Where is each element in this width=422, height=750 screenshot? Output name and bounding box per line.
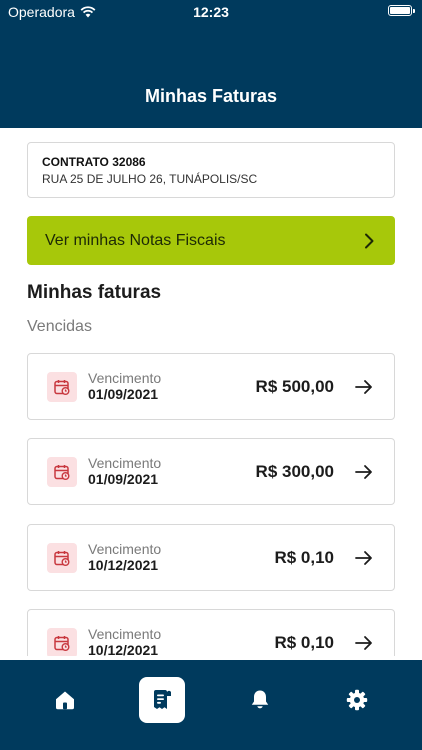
contract-card[interactable]: CONTRATO 32086 RUA 25 DE JULHO 26, TUNÁP…: [27, 142, 395, 198]
bill-due-info: Vencimento 01/09/2021: [88, 455, 256, 488]
view-tax-invoices-label: Ver minhas Notas Fiscais: [45, 231, 226, 249]
contract-address: RUA 25 DE JULHO 26, TUNÁPOLIS/SC: [42, 172, 258, 186]
gear-icon: [346, 689, 368, 711]
tab-home[interactable]: [42, 677, 88, 723]
bill-item[interactable]: Vencimento 01/09/2021 R$ 500,00: [27, 353, 395, 420]
tab-notifications[interactable]: [237, 677, 283, 723]
bill-due-info: Vencimento 10/12/2021: [88, 626, 274, 657]
bottom-tab-bar: [0, 660, 422, 750]
due-label: Vencimento: [88, 370, 162, 386]
overdue-calendar-icon: [47, 542, 77, 573]
bill-amount: R$ 500,00: [255, 376, 334, 396]
tab-invoices[interactable]: [139, 677, 185, 723]
arrow-right-icon[interactable]: [354, 548, 374, 568]
chevron-right-icon: [365, 233, 374, 248]
view-tax-invoices-button[interactable]: Ver minhas Notas Fiscais: [27, 216, 395, 265]
status-bar: Operadora 12:23: [0, 0, 422, 24]
due-date: 01/09/2021: [88, 386, 159, 402]
due-date: 01/09/2021: [88, 471, 159, 487]
overdue-calendar-icon: [47, 627, 77, 656]
due-date: 10/12/2021: [88, 642, 159, 656]
app-header: Operadora 12:23 Minhas Faturas: [0, 0, 422, 128]
contract-number: CONTRATO 32086: [42, 155, 146, 169]
bill-amount: R$ 0,10: [274, 632, 334, 652]
receipt-icon: [154, 690, 171, 709]
arrow-right-icon[interactable]: [354, 377, 374, 397]
due-label: Vencimento: [88, 626, 162, 642]
bill-amount: R$ 300,00: [255, 461, 334, 481]
overdue-calendar-icon: [47, 456, 77, 487]
overdue-calendar-icon: [47, 371, 77, 402]
overdue-subtitle: Vencidas: [27, 318, 92, 335]
bills-section-title: Minhas faturas: [27, 282, 162, 303]
bill-item[interactable]: Vencimento 10/12/2021 R$ 0,10: [27, 609, 395, 656]
bill-due-info: Vencimento 10/12/2021: [88, 541, 274, 574]
bell-icon: [251, 690, 269, 709]
status-time: 12:23: [193, 4, 229, 20]
tab-settings[interactable]: [334, 677, 380, 723]
home-icon: [56, 691, 74, 710]
page-title: Minhas Faturas: [144, 86, 278, 106]
due-label: Vencimento: [88, 541, 162, 557]
bill-item[interactable]: Vencimento 10/12/2021 R$ 0,10: [27, 524, 395, 591]
bill-list[interactable]: Vencimento 01/09/2021 R$ 500,00 Vencimen…: [27, 353, 395, 656]
bill-item[interactable]: Vencimento 01/09/2021 R$ 300,00: [27, 438, 395, 505]
arrow-right-icon[interactable]: [354, 633, 374, 653]
due-label: Vencimento: [88, 455, 162, 471]
arrow-right-icon[interactable]: [354, 462, 374, 482]
due-date: 10/12/2021: [88, 557, 159, 573]
battery-icon: [388, 5, 415, 16]
bill-amount: R$ 0,10: [274, 547, 334, 567]
bill-due-info: Vencimento 01/09/2021: [88, 370, 256, 403]
